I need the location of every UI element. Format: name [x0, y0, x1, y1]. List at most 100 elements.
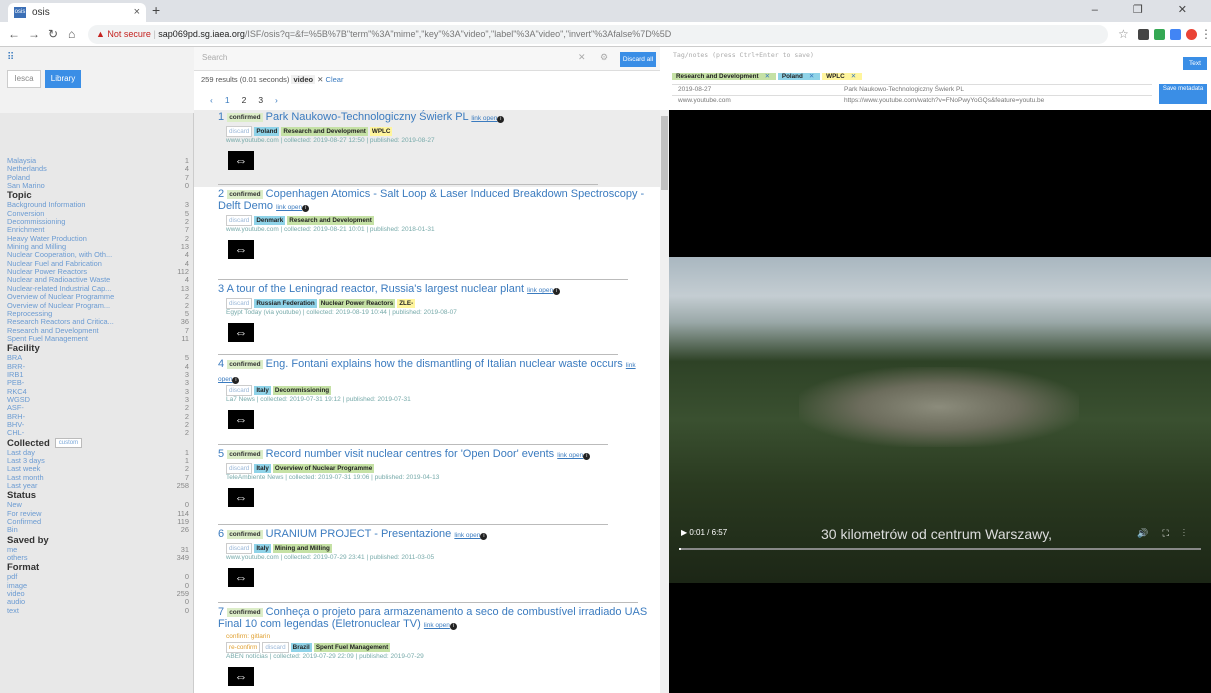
reload-icon[interactable]: ↻: [48, 27, 58, 41]
page-link[interactable]: 2: [242, 95, 247, 105]
facet-item-facility[interactable]: CHL- 2: [0, 428, 194, 437]
discard-all-button[interactable]: Discard all: [620, 52, 656, 67]
remove-filter-icon[interactable]: ✕: [315, 75, 325, 84]
settings-gear-icon[interactable]: ⚙: [600, 52, 608, 63]
results-scrollbar[interactable]: [660, 110, 669, 693]
facet-item-facility[interactable]: WGSD 3: [0, 395, 194, 404]
result-title[interactable]: 6 confirmed URANIUM PROJECT - Presentazi…: [218, 528, 648, 542]
link-open[interactable]: link open i: [276, 204, 310, 212]
result-item[interactable]: 5 confirmed Record number visit nuclear …: [194, 447, 660, 527]
facet-item-topic[interactable]: Spent Fuel Management 11: [0, 334, 194, 343]
clear-link[interactable]: Clear: [326, 75, 344, 84]
facet-item-facility[interactable]: BRA 5: [0, 353, 194, 362]
reconfirm-button[interactable]: re-confirm: [226, 642, 261, 653]
facet-item-format[interactable]: video 259: [0, 589, 194, 598]
discard-button[interactable]: discard: [226, 126, 253, 137]
info-icon[interactable]: i: [583, 453, 591, 460]
discard-button[interactable]: discard: [226, 543, 253, 554]
facet-item-collected[interactable]: Last year 258: [0, 481, 194, 490]
result-title[interactable]: 7 confirmed Conheça o projeto para armaz…: [218, 606, 648, 632]
result-title[interactable]: 2 confirmed Copenhagen Atomics - Salt Lo…: [218, 188, 648, 214]
extension-icon[interactable]: [1154, 29, 1165, 40]
result-item[interactable]: 1 confirmed Park Naukowo-Technologiczny …: [194, 110, 660, 187]
extension-icon[interactable]: [1170, 29, 1181, 40]
video-controls[interactable]: 🔊⛶⋮: [1137, 528, 1199, 539]
result-item[interactable]: 2 confirmed Copenhagen Atomics - Salt Lo…: [194, 187, 660, 267]
link-open[interactable]: link open i: [527, 287, 561, 295]
iesca-button[interactable]: Iesca: [7, 70, 41, 88]
info-icon[interactable]: i: [449, 623, 457, 630]
link-open[interactable]: link open i: [557, 452, 591, 460]
remove-tag-icon[interactable]: ✕: [807, 73, 816, 80]
facet-item-format[interactable]: image 0: [0, 581, 194, 590]
video-progress-bar[interactable]: [679, 548, 1201, 550]
save-metadata-button[interactable]: Save metadata: [1159, 84, 1207, 104]
video-expand-icon[interactable]: ⇔: [228, 151, 254, 170]
discard-button[interactable]: discard: [226, 298, 253, 309]
link-open[interactable]: link open i: [424, 622, 457, 630]
browser-tab[interactable]: osis osis ×: [8, 3, 146, 22]
discard-button[interactable]: discard: [226, 215, 253, 226]
facet-item-facility[interactable]: ASF- 2: [0, 403, 194, 412]
notes-input[interactable]: Tag/notes (press Ctrl+Enter to save): [673, 51, 814, 59]
video-expand-icon[interactable]: ⇔: [228, 240, 254, 259]
library-button[interactable]: Library: [45, 70, 81, 88]
discard-button[interactable]: discard: [262, 642, 289, 653]
facet-item-country[interactable]: San Marino 0: [0, 181, 194, 190]
scrollbar-thumb[interactable]: [661, 116, 668, 190]
video-expand-icon[interactable]: ⇔: [228, 323, 254, 342]
info-icon[interactable]: i: [302, 205, 310, 212]
search-input[interactable]: Search: [202, 53, 227, 62]
facet-item-savedby[interactable]: others 349: [0, 553, 194, 562]
result-item[interactable]: 7 confirmed Conheça o projeto para armaz…: [194, 605, 660, 686]
info-icon[interactable]: i: [553, 288, 561, 295]
remove-tag-icon[interactable]: ✕: [763, 73, 772, 80]
bookmark-star-icon[interactable]: ☆: [1118, 27, 1129, 41]
facet-item-savedby[interactable]: me 31: [0, 545, 194, 554]
text-button[interactable]: Text: [1183, 57, 1207, 70]
detail-tag-country[interactable]: Poland ✕: [777, 73, 821, 80]
facet-item-facility[interactable]: BHV- 2: [0, 420, 194, 429]
video-expand-icon[interactable]: ⇔: [228, 410, 254, 429]
home-icon[interactable]: ⌂: [68, 27, 75, 41]
url-field[interactable]: ▲ Not secure | sap069pd.sg.iaea.org/ISF/…: [88, 25, 1108, 44]
video-expand-icon[interactable]: ⇔: [228, 568, 254, 587]
page-link[interactable]: ›: [275, 95, 278, 105]
remove-tag-icon[interactable]: ✕: [849, 73, 858, 80]
facet-item-facility[interactable]: PEB- 3: [0, 378, 194, 387]
extension-icon[interactable]: [1138, 29, 1149, 40]
metadata-field[interactable]: www.youtube.com: [678, 96, 731, 105]
result-title[interactable]: 1 confirmed Park Naukowo-Technologiczny …: [218, 111, 648, 125]
detail-tag-fac[interactable]: WPLC ✕: [822, 73, 862, 80]
page-link[interactable]: ‹: [210, 95, 213, 105]
discard-button[interactable]: discard: [226, 463, 253, 474]
page-link[interactable]: 1: [225, 95, 230, 105]
menu-kebab-icon[interactable]: ⋮: [1200, 27, 1211, 41]
back-icon[interactable]: ←: [8, 27, 20, 41]
result-item[interactable]: 3 A tour of the Leningrad reactor, Russi…: [194, 282, 660, 362]
facet-item-facility[interactable]: BRR- 4: [0, 362, 194, 371]
page-link[interactable]: 3: [258, 95, 263, 105]
info-icon[interactable]: i: [232, 377, 240, 384]
metadata-field[interactable]: 2019-08-27: [678, 85, 711, 94]
facet-item-facility[interactable]: IRB1 3: [0, 370, 194, 379]
metadata-field[interactable]: Park Naukowo-Technologiczny Świerk PL: [844, 85, 964, 94]
info-icon[interactable]: i: [497, 116, 505, 123]
grid-icon[interactable]: ⠿: [7, 52, 14, 63]
result-title[interactable]: 3 A tour of the Leningrad reactor, Russi…: [218, 283, 648, 297]
facet-item-status[interactable]: Confirmed 119: [0, 517, 194, 526]
clear-search-icon[interactable]: ✕: [578, 52, 586, 63]
facet-item-format[interactable]: pdf 0: [0, 573, 194, 582]
new-tab-button[interactable]: +: [152, 2, 160, 18]
video-expand-icon[interactable]: ⇔: [228, 667, 254, 686]
close-tab-icon[interactable]: ×: [134, 3, 140, 22]
video-expand-icon[interactable]: ⇔: [228, 488, 254, 507]
result-title[interactable]: 5 confirmed Record number visit nuclear …: [218, 448, 648, 462]
metadata-field[interactable]: https://www.youtube.com/watch?v=FNoPwyYo…: [844, 96, 1044, 105]
info-icon[interactable]: i: [480, 533, 488, 540]
window-controls[interactable]: – ❐ ✕: [1092, 3, 1203, 16]
link-open[interactable]: link open i: [471, 115, 505, 123]
facet-item-format[interactable]: text 0: [0, 606, 194, 615]
discard-button[interactable]: discard: [226, 385, 253, 396]
facet-item-status[interactable]: Bin 26: [0, 526, 194, 535]
